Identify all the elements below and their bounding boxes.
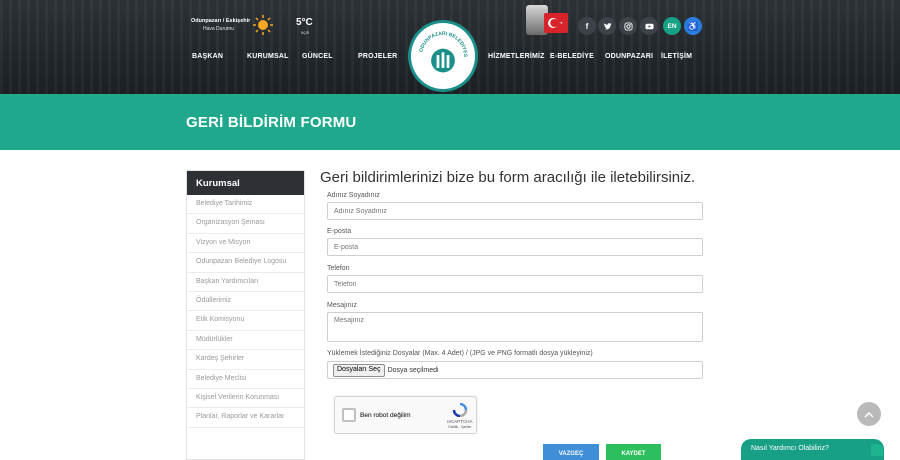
sidebar-item-belediye-tarihimiz[interactable]: Belediye Tarihimiz xyxy=(187,195,304,215)
page-title-band: GERİ BİLDİRİM FORMU xyxy=(0,94,900,150)
recaptcha-checkbox[interactable] xyxy=(342,408,356,422)
cancel-button[interactable]: VAZGEÇ xyxy=(543,444,599,460)
chat-widget[interactable]: Nasıl Yardımcı Olabiliriz? xyxy=(741,439,884,460)
sidebar-item-vizyon-misyon[interactable]: Vizyon ve Misyon xyxy=(187,234,304,254)
message-textarea[interactable] xyxy=(327,312,703,342)
email-label: E-posta xyxy=(327,228,352,235)
nav-odunpazari[interactable]: ODUNPAZARI xyxy=(605,53,653,60)
choose-files-button[interactable]: Dosyaları Seç xyxy=(333,363,385,377)
sidebar-item-logo[interactable]: Odunpazarı Belediye Logosu xyxy=(187,253,304,273)
facebook-icon[interactable]: f xyxy=(578,17,596,35)
nav-projeler[interactable]: PROJELER xyxy=(358,53,397,60)
nav-guncel[interactable]: GÜNCEL xyxy=(302,53,333,60)
weather-label: Hava Durumu xyxy=(203,26,234,32)
recaptcha-links[interactable]: Gizlilik - Şartlar xyxy=(448,425,472,429)
file-input[interactable]: Dosyaları Seç Dosya seçilmedi xyxy=(327,361,703,379)
logo-emblem: ODUNPAZARI BELEDİYESİ xyxy=(410,19,471,84)
sidebar-item-baskan-yardimcilari[interactable]: Başkan Yardımcıları xyxy=(187,273,304,292)
sun-icon xyxy=(253,15,273,35)
sidebar-item-etik-komisyonu[interactable]: Etik Komisyonu xyxy=(187,311,304,331)
language-en-button[interactable]: EN xyxy=(663,17,681,35)
sidebar-item-mudurlukler[interactable]: Müdürlükler xyxy=(187,331,304,351)
sidebar-title: Kurumsal xyxy=(187,171,304,195)
accessibility-icon[interactable]: ♿ xyxy=(684,17,702,35)
weather-description: açık xyxy=(301,30,310,35)
recaptcha-widget: Ben robot değilim reCAPTCHA Gizlilik - Ş… xyxy=(334,396,477,434)
name-label: Adınız Soyadınız xyxy=(327,192,380,199)
twitter-icon[interactable] xyxy=(598,17,616,35)
weather-location: Odunpazarı / Eskişehir xyxy=(191,18,251,24)
recaptcha-brand: reCAPTCHA xyxy=(447,419,473,424)
nav-iletisim[interactable]: İLETİŞİM xyxy=(661,53,692,60)
nav-baskan[interactable]: BAŞKAN xyxy=(192,53,223,60)
sidebar-item-odullerimiz[interactable]: Ödüllerimiz xyxy=(187,292,304,312)
phone-input[interactable] xyxy=(327,275,703,293)
sidebar-item-belediye-meclisi[interactable]: Belediye Meclisi xyxy=(187,370,304,389)
sidebar: Kurumsal Belediye Tarihimiz Organizasyon… xyxy=(186,170,305,460)
chat-widget-corner xyxy=(871,444,883,456)
email-input[interactable] xyxy=(327,238,703,256)
recaptcha-logo-icon xyxy=(452,403,468,417)
site-header: Odunpazarı / Eskişehir Hava Durumu 5°C a… xyxy=(0,0,900,94)
turkish-flag-icon xyxy=(544,13,568,33)
municipality-logo[interactable]: ODUNPAZARI BELEDİYESİ xyxy=(408,19,478,92)
nav-hizmetlerimiz[interactable]: HİZMETLERİMİZ xyxy=(488,53,545,60)
name-input[interactable] xyxy=(327,202,703,220)
sidebar-item-kvkk[interactable]: Kişisel Verilerin Korunması xyxy=(187,389,304,409)
sidebar-item-organizasyon-semasi[interactable]: Organizasyon Şeması xyxy=(187,214,304,234)
page-title: GERİ BİLDİRİM FORMU xyxy=(186,114,357,131)
sidebar-item-planlar-raporlar[interactable]: Planlar, Raporlar ve Kararlar xyxy=(187,408,304,428)
nav-e-belediye[interactable]: E-BELEDİYE xyxy=(550,53,594,60)
recaptcha-label: Ben robot değilim xyxy=(360,412,411,419)
form-intro: Geri bildirimlerinizi bize bu form aracı… xyxy=(320,169,696,186)
file-status: Dosya seçilmedi xyxy=(387,366,439,374)
chevron-up-icon xyxy=(864,411,874,418)
scroll-to-top-button[interactable] xyxy=(857,402,881,426)
nav-kurumsal[interactable]: KURUMSAL xyxy=(247,53,289,60)
temperature: 5°C xyxy=(296,17,313,28)
files-label: Yüklemek İstediğiniz Dosyalar (Max. 4 Ad… xyxy=(327,350,593,357)
youtube-icon[interactable] xyxy=(640,17,658,35)
save-button[interactable]: KAYDET xyxy=(606,444,661,460)
sidebar-item-kardes-sehirler[interactable]: Kardeş Şehirler xyxy=(187,350,304,370)
instagram-icon[interactable] xyxy=(619,17,637,35)
phone-label: Telefon xyxy=(327,265,350,272)
message-label: Mesajınız xyxy=(327,302,357,309)
